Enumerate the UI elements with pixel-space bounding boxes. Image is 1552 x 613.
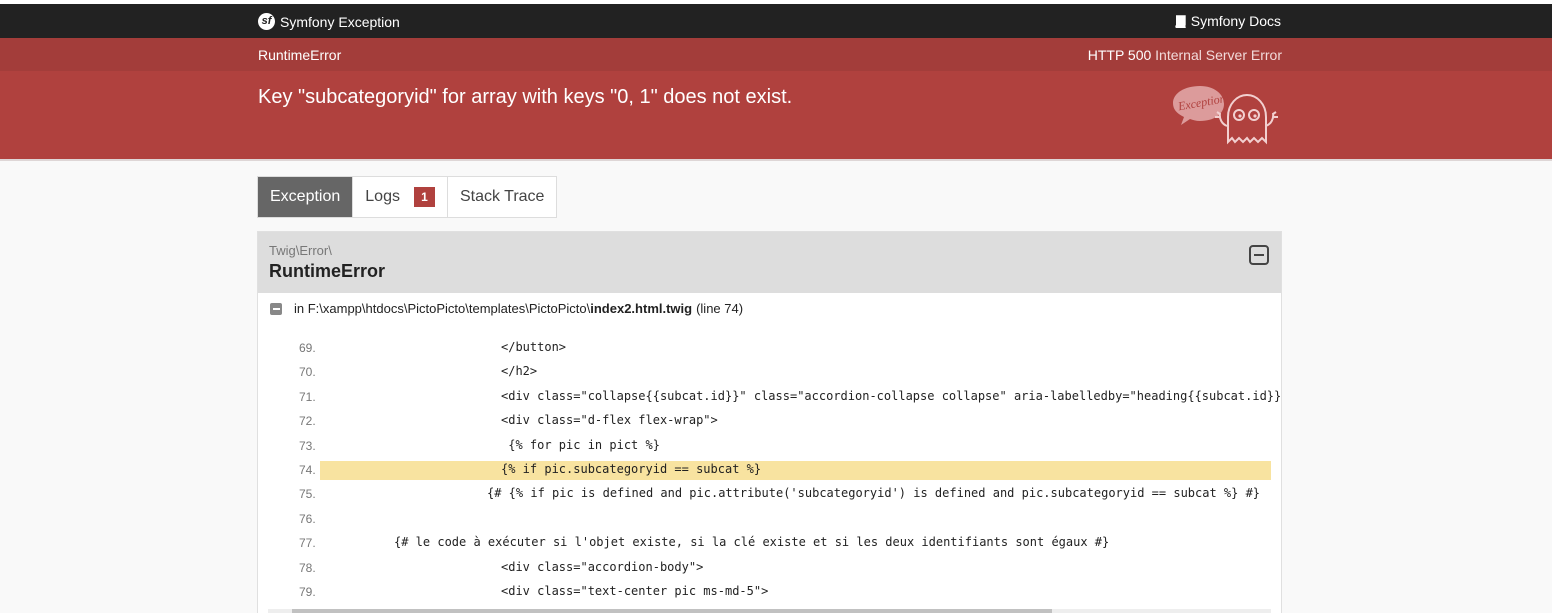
tab-exception-label: Exception [270,188,341,205]
exception-ghost-logo: Exception! [1173,86,1278,145]
http-status-code: HTTP 500 [1087,47,1152,63]
line-number: 73. [299,438,316,453]
tab-exception[interactable]: Exception [258,177,354,217]
line-code: <div class="d-flex flex-wrap"> [501,413,718,428]
tab-stack-trace-label: Stack Trace [459,188,545,205]
code-line: 76. [258,507,1281,531]
scrollbar-thumb[interactable] [292,609,1052,613]
trace-panel: Twig\Error\ RuntimeError in F:\xampp\htd… [257,231,1282,613]
line-code: <div class="accordion-body"> [501,559,704,574]
exception-message: Key "subcategoryid" for array with keys … [258,86,793,108]
code-horizontal-scrollbar[interactable] [268,609,1271,613]
line-number: 78. [299,560,316,575]
collapse-trace-button[interactable] [1249,245,1269,265]
tab-stack-trace[interactable]: Stack Trace [448,177,556,217]
tab-logs-label: Logs [365,188,400,205]
line-code: <div class="text-center pic ms-md-5"> [501,583,769,598]
code-line: 71. <div class="collapse{{subcat.id}}" cl… [258,385,1282,409]
symfony-logo-icon: sf [258,13,275,30]
symfony-docs-link[interactable]: Symfony Docs [1174,13,1281,29]
code-line: 69. </button> [258,336,1281,360]
line-code: {# {% if pic is defined and pic.attribut… [487,486,1261,501]
line-number: 74. [299,462,316,477]
line-code: {% for pic in pict %} [501,437,660,452]
trace-namespace: Twig\Error\ [269,243,332,258]
line-number: 75. [299,487,316,502]
tab-navigation: Exception Logs 1 Stack Trace [257,176,558,218]
docs-label: Symfony Docs [1190,13,1281,29]
http-status-text: Internal Server Error [1155,47,1282,63]
trace-class-name: RuntimeError [269,261,386,281]
collapse-code-button[interactable] [270,302,282,315]
line-number: 70. [299,365,316,380]
line-code: {% if pic.subcategoryid == subcat %} [501,461,762,476]
code-line: 75. {# {% if pic is defined and pic.attri… [258,482,1281,506]
http-status: HTTP 500 Internal Server Error [1088,47,1282,63]
tab-logs[interactable]: Logs 1 [353,177,448,217]
book-icon [1174,14,1186,29]
exception-summary: RuntimeError HTTP 500 Internal Server Er… [0,38,1552,160]
line-code: </h2> [501,364,538,379]
exception-meta-band: RuntimeError HTTP 500 Internal Server Er… [0,38,1552,71]
code-line: 73. {% for pic in pict %} [258,434,1281,458]
line-number: 76. [299,511,316,526]
line-code: {# le code à exécuter si l'objet existe,… [394,535,1110,550]
code-line: 79. <div class="text-center pic ms-md-5"> [258,580,1281,604]
file-line-info: (line 74) [696,301,744,316]
line-code: <div class="collapse{{subcat.id}}" class… [501,388,1282,403]
line-number: 77. [299,536,316,551]
line-number: 69. [299,341,316,355]
line-number: 79. [299,584,316,599]
code-line: 77. {# le code à exécuter si l'objet exis… [258,531,1281,555]
line-highlight [320,460,1271,480]
logs-count-badge: 1 [413,187,435,207]
code-line-highlighted: 74. {% if pic.subcategoryid == subcat %} [258,458,1281,482]
trace-file-line: in F:\xampp\htdocs\PictoPicto\templates\… [270,301,743,316]
minus-icon [272,307,280,310]
line-number: 71. [299,389,316,404]
line-code: </button> [501,340,567,354]
code-line: 72. <div class="d-flex flex-wrap"> [258,409,1281,433]
line-number: 72. [299,414,316,429]
exception-class: RuntimeError [258,47,342,63]
code-excerpt: 69. </button> 70. </h2> 71. <div class="col… [258,336,1282,604]
code-line: 78. <div class="accordion-body"> [258,556,1281,580]
code-line: 70. </h2> [258,360,1281,384]
brand-label: Symfony Exception [280,13,400,30]
file-name: index2.html.twig [590,301,693,316]
summary-bottom-border [0,159,1552,161]
trace-header: Twig\Error\ RuntimeError [258,232,1281,293]
symfony-brand-link[interactable]: sf Symfony Exception [258,13,400,30]
file-path-prefix: in F:\xampp\htdocs\PictoPicto\templates\… [294,301,591,316]
minus-icon [1254,254,1264,256]
top-bar: sf Symfony Exception Symfony Docs [0,4,1552,38]
